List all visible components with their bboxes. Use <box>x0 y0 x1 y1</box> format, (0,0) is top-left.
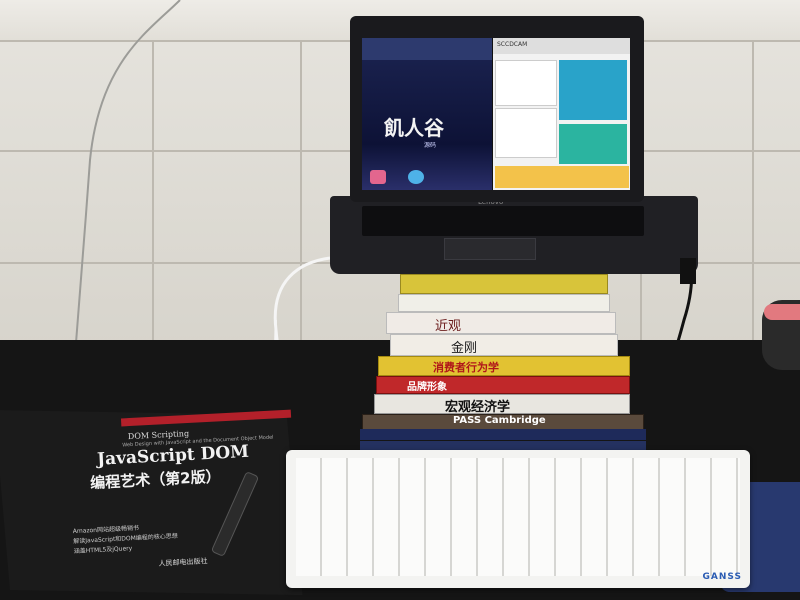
mascot-icon <box>408 170 424 184</box>
book-spine-title: 宏观经济学 <box>445 400 511 415</box>
book-spine-title: PASS Cambridge <box>453 415 546 426</box>
logo-text: 飢人谷 <box>384 116 444 140</box>
book-spine-title: 近观 <box>435 319 462 334</box>
book-stack: 近观 金刚 消费者行为学 品牌形象 宏观经济学 PASS Cambridge <box>360 274 650 454</box>
sticker-icon <box>370 170 386 184</box>
laptop-screen: 飢人谷 源码 SCCDCAM <box>362 38 630 190</box>
book-spine: 消费者行为学 <box>378 356 630 376</box>
content-card <box>559 60 627 120</box>
banner <box>495 166 629 188</box>
book-spine <box>360 429 646 440</box>
book-spine <box>400 274 608 294</box>
keycaps <box>296 458 740 576</box>
book-spine-title: 消费者行为学 <box>433 361 499 374</box>
content-card <box>495 108 557 158</box>
mechanical-keyboard: GANSS <box>286 450 750 588</box>
laptop-keyboard <box>362 206 644 236</box>
book-spine-title: 品牌形象 <box>407 382 447 393</box>
power-adapter <box>680 258 696 284</box>
book-spine-title: 金刚 <box>451 341 478 356</box>
keyboard-brand: GANSS <box>702 572 742 582</box>
book-title: JavaScript DOM <box>96 441 250 470</box>
logo-subtitle: 源码 <box>424 142 437 149</box>
book-spine: 品牌形象 <box>376 376 630 394</box>
tab-title: SCCDCAM <box>497 41 528 48</box>
book-spine: 宏观经济学 <box>374 394 630 415</box>
book-spine: 金刚 <box>390 334 618 356</box>
bowl-contents <box>764 304 800 320</box>
book-spine <box>398 294 610 312</box>
browser-tabbar: SCCDCAM <box>493 38 630 54</box>
screen-left-window: 飢人谷 源码 <box>362 38 492 190</box>
content-card <box>559 124 627 164</box>
screen-right-window: SCCDCAM <box>493 38 630 190</box>
book-cover: DOM Scripting Web Design with JavaScript… <box>11 399 306 594</box>
publisher: 人民邮电出版社 <box>158 557 208 568</box>
book-title-cn: 编程艺术（第2版） <box>89 467 222 493</box>
book-spine: PASS Cambridge <box>362 414 644 430</box>
cover-stripe <box>120 409 292 427</box>
content-card <box>495 60 557 106</box>
browser-toolbar <box>362 38 492 60</box>
laptop-touchpad <box>444 238 536 260</box>
book-spine: 近观 <box>386 312 616 334</box>
book-bullets: Amazon网站超级畅销书 解读JavaScript和DOM编程的核心思想 涵盖… <box>73 522 179 557</box>
